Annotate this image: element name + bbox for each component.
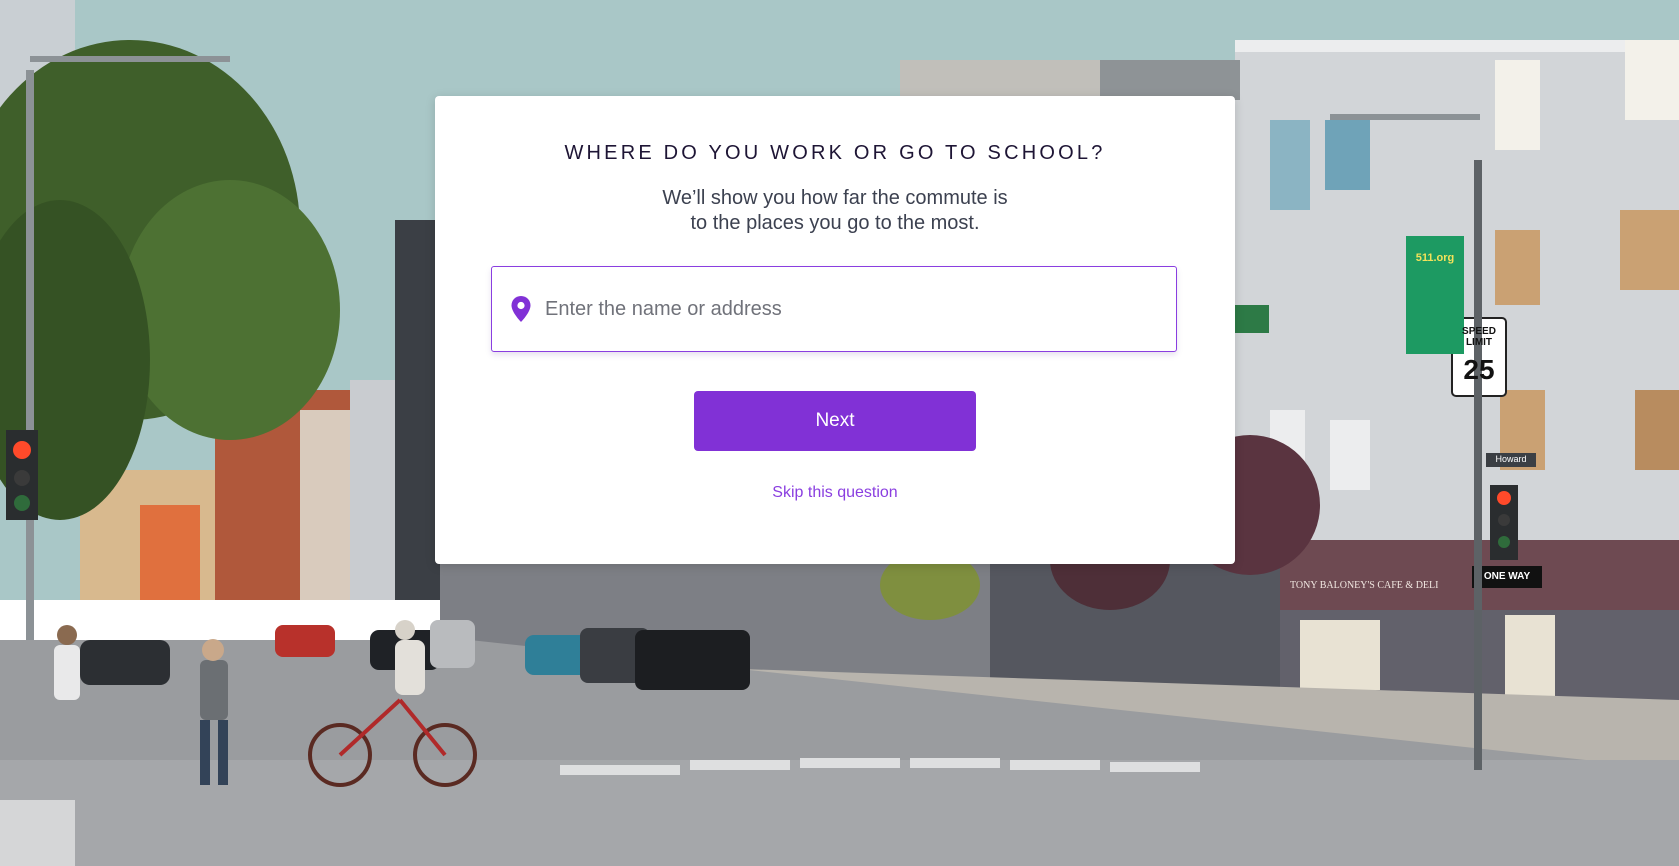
modal-title: WHERE DO YOU WORK OR GO TO SCHOOL? — [564, 142, 1106, 164]
map-pin-icon — [511, 296, 531, 322]
speed-limit-value: 25 — [1463, 354, 1495, 385]
store-awning-text: TONY BALONEY'S CAFE & DELI — [1290, 580, 1439, 591]
modal-subtitle: We’ll show you how far the commute is to… — [435, 186, 1235, 236]
street-sign-text: Howard — [1495, 454, 1527, 464]
location-search-input[interactable] — [543, 288, 1176, 330]
subtitle-line-1: We’ll show you how far the commute is — [662, 187, 1008, 209]
location-search-field[interactable] — [491, 266, 1177, 352]
subtitle-line-2: to the places you go to the most. — [690, 212, 980, 234]
skip-question-link[interactable]: Skip this question — [435, 484, 1235, 502]
commute-location-modal: WHERE DO YOU WORK OR GO TO SCHOOL? We’ll… — [435, 96, 1235, 564]
one-way-sign-text: ONE WAY — [1483, 571, 1531, 582]
banner-511-text: 511.org — [1415, 252, 1455, 264]
speed-limit-sign-text: SPEED LIMIT — [1462, 326, 1496, 348]
next-button[interactable]: Next — [694, 391, 976, 451]
